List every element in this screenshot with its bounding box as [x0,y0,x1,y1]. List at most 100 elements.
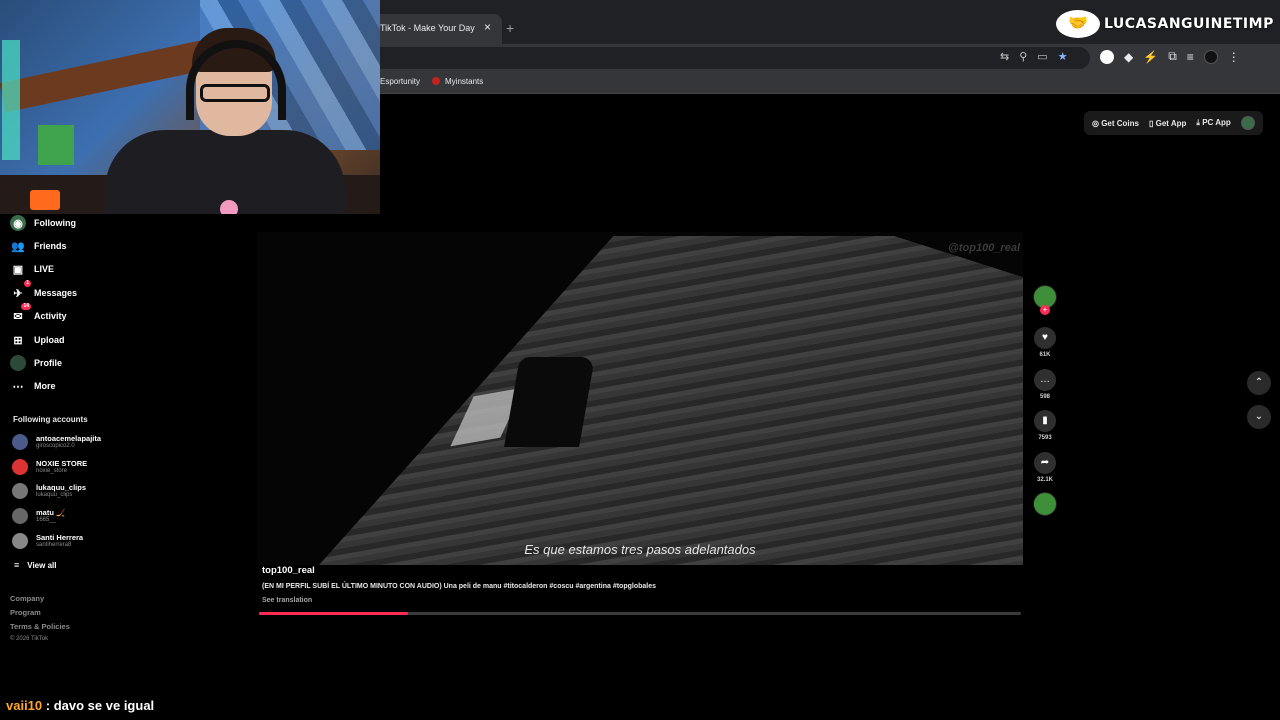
new-tab-button[interactable]: + [506,20,514,36]
video-progress-bar[interactable] [259,612,1021,615]
comment-button[interactable]: … 598 [1033,369,1057,400]
bookmark-myinstants[interactable]: Myinstants [432,77,483,86]
avatar [12,483,28,499]
video-watermark: @top100_real [948,242,1020,254]
footer-program-link[interactable]: Program [10,608,41,617]
sidebar-item-messages[interactable]: ✈ 1 Messages [10,280,77,301]
webcam-creeper-figure [38,125,74,165]
save-button[interactable]: ▮ 7593 [1033,410,1057,441]
zoom-icon[interactable]: ⚲ [1019,50,1027,63]
puzzle-icon[interactable]: ⧉ [1168,49,1177,64]
sound-button[interactable] [1033,492,1057,516]
view-all-button[interactable]: ≡ View all [14,560,56,570]
footer-terms-link[interactable]: Terms & Policies [10,622,70,631]
follow-plus-icon[interactable]: + [1040,305,1050,315]
list-icon: ≡ [14,560,20,570]
account-handle: lukaquu_clips [36,491,73,498]
get-coins-button[interactable]: ◎ Get Coins [1092,119,1139,128]
video-frame-stone-wall [317,236,1023,565]
more-icon: ⋯ [12,380,24,393]
video-description: (EN MI PERFIL SUBÍ EL ÚLTIMO MINUTO CON … [262,583,656,590]
following-account[interactable]: lukaquu_clips lukaquu_clips [12,483,86,499]
address-bar[interactable] [360,47,1090,69]
sidebar-item-live[interactable]: ▣ LIVE [10,261,54,277]
comment-icon: … [1034,369,1056,391]
video-author[interactable]: top100_real [262,565,315,576]
bookmark-star-icon[interactable]: ★ [1058,50,1068,63]
sidebar-item-more[interactable]: ⋯ More [10,378,56,394]
video-frame-opening [504,357,595,447]
sidebar-item-activity[interactable]: ✉ 14 Activity [10,303,67,324]
sidebar-item-label: Friends [34,241,67,251]
account-name: lukaquu_clips [36,482,87,492]
profile-icon [10,355,26,371]
sidebar-item-label: LIVE [34,264,55,274]
avatar [12,533,28,549]
menu-kebab-icon[interactable]: ⋮ [1228,50,1240,64]
chevron-down-icon: ⌄ [1254,411,1264,422]
following-account[interactable]: antoacemelapajita giroscopico2.0 [12,434,101,450]
webcam-overlay [0,0,380,214]
sound-disc-icon [1033,492,1057,516]
streamer-logo: 🤝 LUCASANGUINETIMP [1056,10,1274,38]
sidebar-item-profile[interactable]: Profile [10,355,62,371]
get-app-button[interactable]: ▯ Get App [1149,119,1186,128]
video-subtitle: Es que estamos tres pasos adelantados [524,542,756,557]
live-icon: ▣ [12,263,24,276]
translate-icon[interactable]: ⇆ [1000,50,1009,63]
cast-icon[interactable]: ▭ [1037,50,1047,63]
extension-diamond-icon[interactable]: ◆ [1124,50,1133,64]
save-count: 7593 [1038,435,1052,441]
avatar [12,434,28,450]
account-handle: santiherrera8 [36,541,72,548]
activity-badge: 14 [21,303,31,310]
pc-app-label: PC App [1202,118,1231,127]
sidebar-item-label: More [34,381,56,391]
webcam-hoodie-badge [220,200,238,214]
see-translation-link[interactable]: See translation [262,597,312,604]
following-account[interactable]: NOXIE STORE noxie_store [12,459,87,475]
following-icon: ◉ [10,215,26,231]
account-handle: 1665__ [36,516,57,523]
chat-username: vaii10 [6,698,43,713]
bookmark-label: Myinstants [445,77,484,86]
sidebar-item-label: Following [34,218,76,228]
tab-title: TikTok - Make Your Day [380,23,475,33]
messages-badge: 1 [24,280,31,287]
close-tab-icon[interactable]: × [484,20,491,34]
footer-company-link[interactable]: Company [10,594,44,603]
sidebar-item-following[interactable]: ◉ Following [10,215,76,231]
chevron-up-icon: ⌃ [1254,377,1264,388]
browser-tab[interactable]: TikTok - Make Your Day × [372,14,502,44]
user-avatar[interactable] [1240,116,1255,130]
extension-arrows-icon[interactable]: ⚡ [1143,50,1158,64]
like-button[interactable]: ♥ 61K [1033,327,1057,358]
chat-text: : davo se ve igual [45,698,155,713]
following-account[interactable]: Santi Herrera santiherrera8 [12,533,83,549]
tiktok-top-actions: ◎ Get Coins ▯ Get App ⤓ PC App [1084,111,1263,135]
previous-video-button[interactable]: ⌃ [1247,371,1271,395]
avatar [12,459,28,475]
share-count: 32.1K [1036,477,1053,483]
sidebar-item-friends[interactable]: 👥 Friends [10,238,67,254]
next-video-button[interactable]: ⌄ [1247,405,1271,429]
webcam-light [2,40,20,160]
bookmark-esportunity[interactable]: Esportunity [380,77,420,86]
upload-icon: ⊞ [13,334,23,347]
creator-avatar-button[interactable]: + [1033,285,1057,315]
following-account[interactable]: matu 🏒 1665__ [12,508,65,524]
sidebar-item-label: Profile [34,358,63,368]
share-button[interactable]: ➦ 32.1K [1033,452,1057,483]
get-coins-label: Get Coins [1101,118,1139,128]
video-player[interactable]: @top100_real Es que estamos tres pasos a… [257,232,1023,565]
sidebar-item-upload[interactable]: ⊞ Upload [10,332,65,348]
pc-app-button[interactable]: ⤓ PC App [1196,118,1230,128]
reading-list-icon[interactable]: ≡ [1187,50,1194,64]
extension-icons: ◆ ⚡ ⧉ ≡ ⋮ [1100,49,1240,64]
sidebar-item-label: Upload [34,335,65,345]
messages-icon: ✈ 1 [13,280,31,300]
profile-avatar-icon[interactable] [1203,49,1218,64]
webcam-lamp [30,190,60,210]
account-name: NOXIE STORE [36,458,88,468]
extension-icon[interactable] [1100,49,1114,64]
